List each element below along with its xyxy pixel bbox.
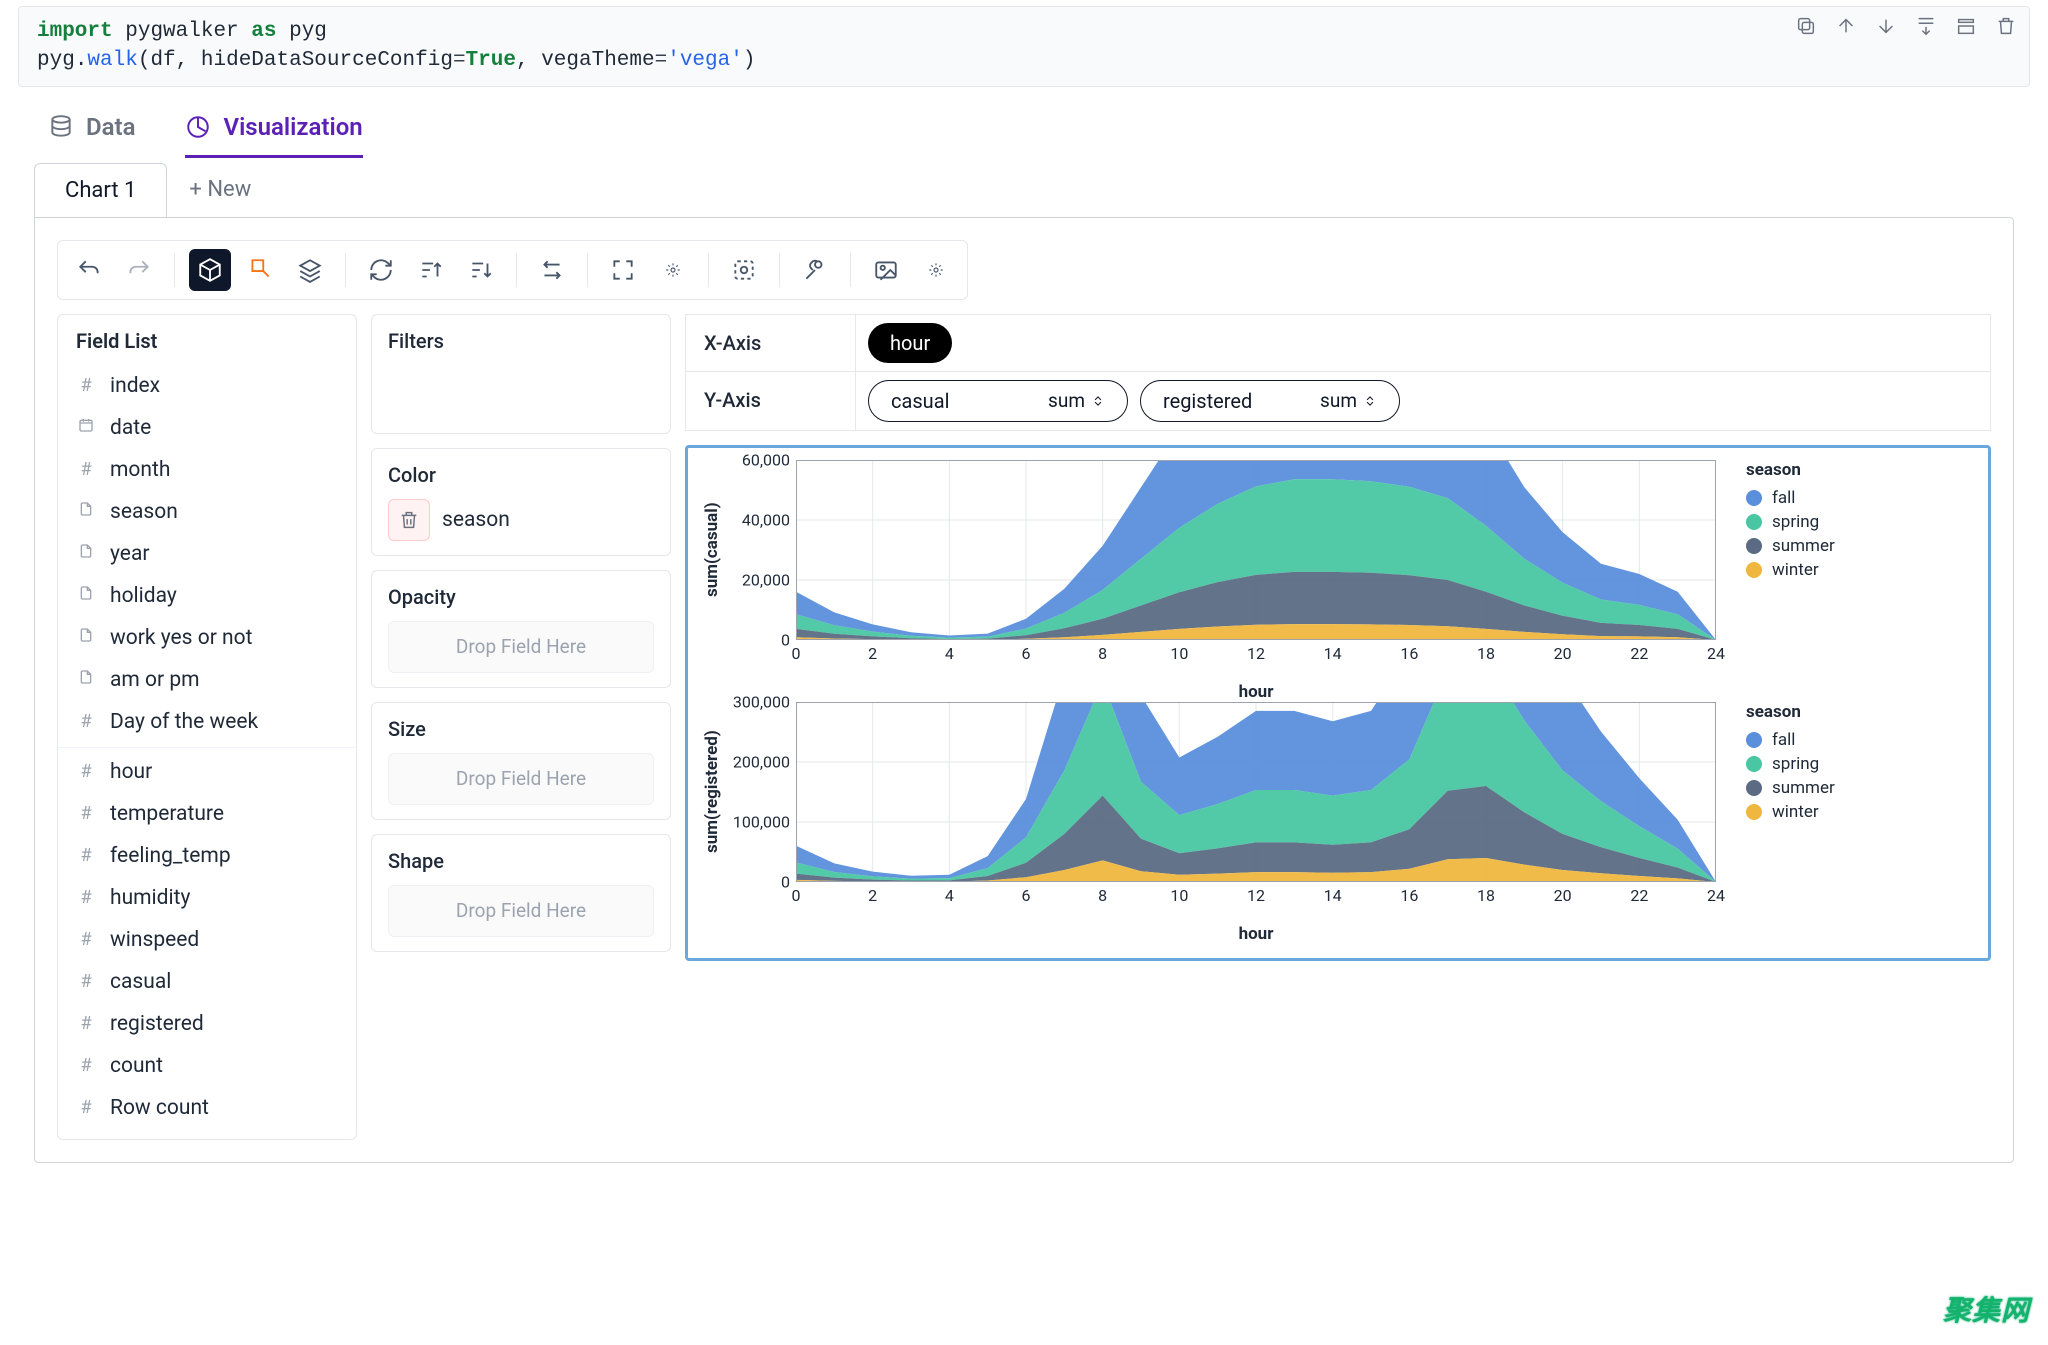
fullscreen-settings-button[interactable] [652,249,694,291]
chart-tab-new[interactable]: + New [167,163,281,216]
database-icon [48,114,74,140]
opacity-dropzone[interactable]: Drop Field Here [388,621,654,673]
field-casual[interactable]: #casual [58,961,356,1003]
shelf-shape[interactable]: Shape Drop Field Here [371,834,671,952]
y-axis-label: sum(casual) [702,460,726,640]
shelf-opacity[interactable]: Opacity Drop Field Here [371,570,671,688]
tab-data[interactable]: Data [48,113,135,158]
y-chip-casual[interactable]: casualsum [868,380,1128,422]
field-humidity[interactable]: #humidity [58,877,356,919]
export-settings-button[interactable] [915,249,957,291]
legend-item-spring[interactable]: spring [1746,754,1876,774]
chart-area: X-Axis hour Y-Axis casualsum registereds… [685,314,1991,961]
field-season[interactable]: season [58,491,356,533]
redo-button[interactable] [118,249,160,291]
y-axis-label: sum(registered) [702,702,726,882]
copy-icon[interactable] [1793,13,1819,39]
tab-visualization[interactable]: Visualization [185,113,362,158]
field-Day-of-the-week[interactable]: #Day of the week [58,701,356,743]
shelf-size[interactable]: Size Drop Field Here [371,702,671,820]
move-down-icon[interactable] [1873,13,1899,39]
field-year[interactable]: year [58,533,356,575]
field-hour[interactable]: #hour [58,747,356,793]
field-count[interactable]: #count [58,1045,356,1087]
x-axis-shelf[interactable]: X-Axis hour [685,314,1991,372]
legend-item-summer[interactable]: summer [1746,778,1876,798]
y-axis-shelf[interactable]: Y-Axis casualsum registeredsum [685,372,1991,431]
size-dropzone[interactable]: Drop Field Here [388,753,654,805]
transpose-button[interactable] [531,249,573,291]
layers-button[interactable] [289,249,331,291]
x-axis-label: hour [796,682,1716,702]
field-feeling_temp[interactable]: #feeling_temp [58,835,356,877]
field-Row-count[interactable]: #Row count [58,1087,356,1129]
chart-tab-strip: Chart 1 + New [0,163,2048,217]
cell-toolbar [1793,13,2019,39]
x-chip-hour[interactable]: hour [868,323,952,363]
legend: seasonfallspringsummerwinter [1746,702,1876,882]
shelf-filters[interactable]: Filters [371,314,671,434]
legend-item-winter[interactable]: winter [1746,802,1876,822]
area-chart [796,460,1716,640]
field-list: Field List #indexdate#monthseasonyearhol… [57,314,357,1140]
color-field-label[interactable]: season [442,508,510,532]
main-panel: Field List #indexdate#monthseasonyearhol… [34,217,2014,1163]
shelf-color[interactable]: Color season [371,448,671,556]
chart-icon [185,114,211,140]
field-date[interactable]: date [58,407,356,449]
area-chart [796,702,1716,882]
config-button[interactable] [794,249,836,291]
watermark: 聚集网 [1943,1289,2030,1329]
field-registered[interactable]: #registered [58,1003,356,1045]
field-index[interactable]: #index [58,365,356,407]
refresh-button[interactable] [360,249,402,291]
mark-rect-button[interactable] [239,249,281,291]
cube-button[interactable] [189,249,231,291]
chart-tab-1[interactable]: Chart 1 [34,163,167,217]
shelves-column: Filters Color season Opacity Drop Field … [371,314,671,952]
legend-item-summer[interactable]: summer [1746,536,1876,556]
insert-below-icon[interactable] [1913,13,1939,39]
field-winspeed[interactable]: #winspeed [58,919,356,961]
field-work-yes-or-not[interactable]: work yes or not [58,617,356,659]
legend-item-spring[interactable]: spring [1746,512,1876,532]
sort-desc-button[interactable] [460,249,502,291]
legend-item-fall[interactable]: fall [1746,488,1876,508]
export-image-button[interactable] [865,249,907,291]
field-am-or-pm[interactable]: am or pm [58,659,356,701]
field-temperature[interactable]: #temperature [58,793,356,835]
chart-toolbar [57,240,968,300]
legend-item-winter[interactable]: winter [1746,560,1876,580]
field-list-title: Field List [58,329,356,365]
undo-button[interactable] [68,249,110,291]
code-content[interactable]: import pygwalker as pyg pyg.walk(df, hid… [37,17,2011,76]
expand-icon[interactable] [1953,13,1979,39]
legend: seasonfallspringsummerwinter [1746,460,1876,640]
top-tab-strip: Data Visualization [0,87,2048,159]
legend-item-fall[interactable]: fall [1746,730,1876,750]
field-month[interactable]: #month [58,449,356,491]
field-holiday[interactable]: holiday [58,575,356,617]
delete-icon[interactable] [1993,13,2019,39]
shape-dropzone[interactable]: Drop Field Here [388,885,654,937]
move-up-icon[interactable] [1833,13,1859,39]
sort-asc-button[interactable] [410,249,452,291]
code-cell: import pygwalker as pyg pyg.walk(df, hid… [18,6,2030,87]
y-chip-registered[interactable]: registeredsum [1140,380,1400,422]
chart-canvas: sum(casual)020,00040,00060,000seasonfall… [685,445,1991,961]
x-axis-label: hour [796,924,1716,944]
fullscreen-button[interactable] [602,249,644,291]
geo-button[interactable] [723,249,765,291]
remove-color-field-button[interactable] [388,499,430,541]
